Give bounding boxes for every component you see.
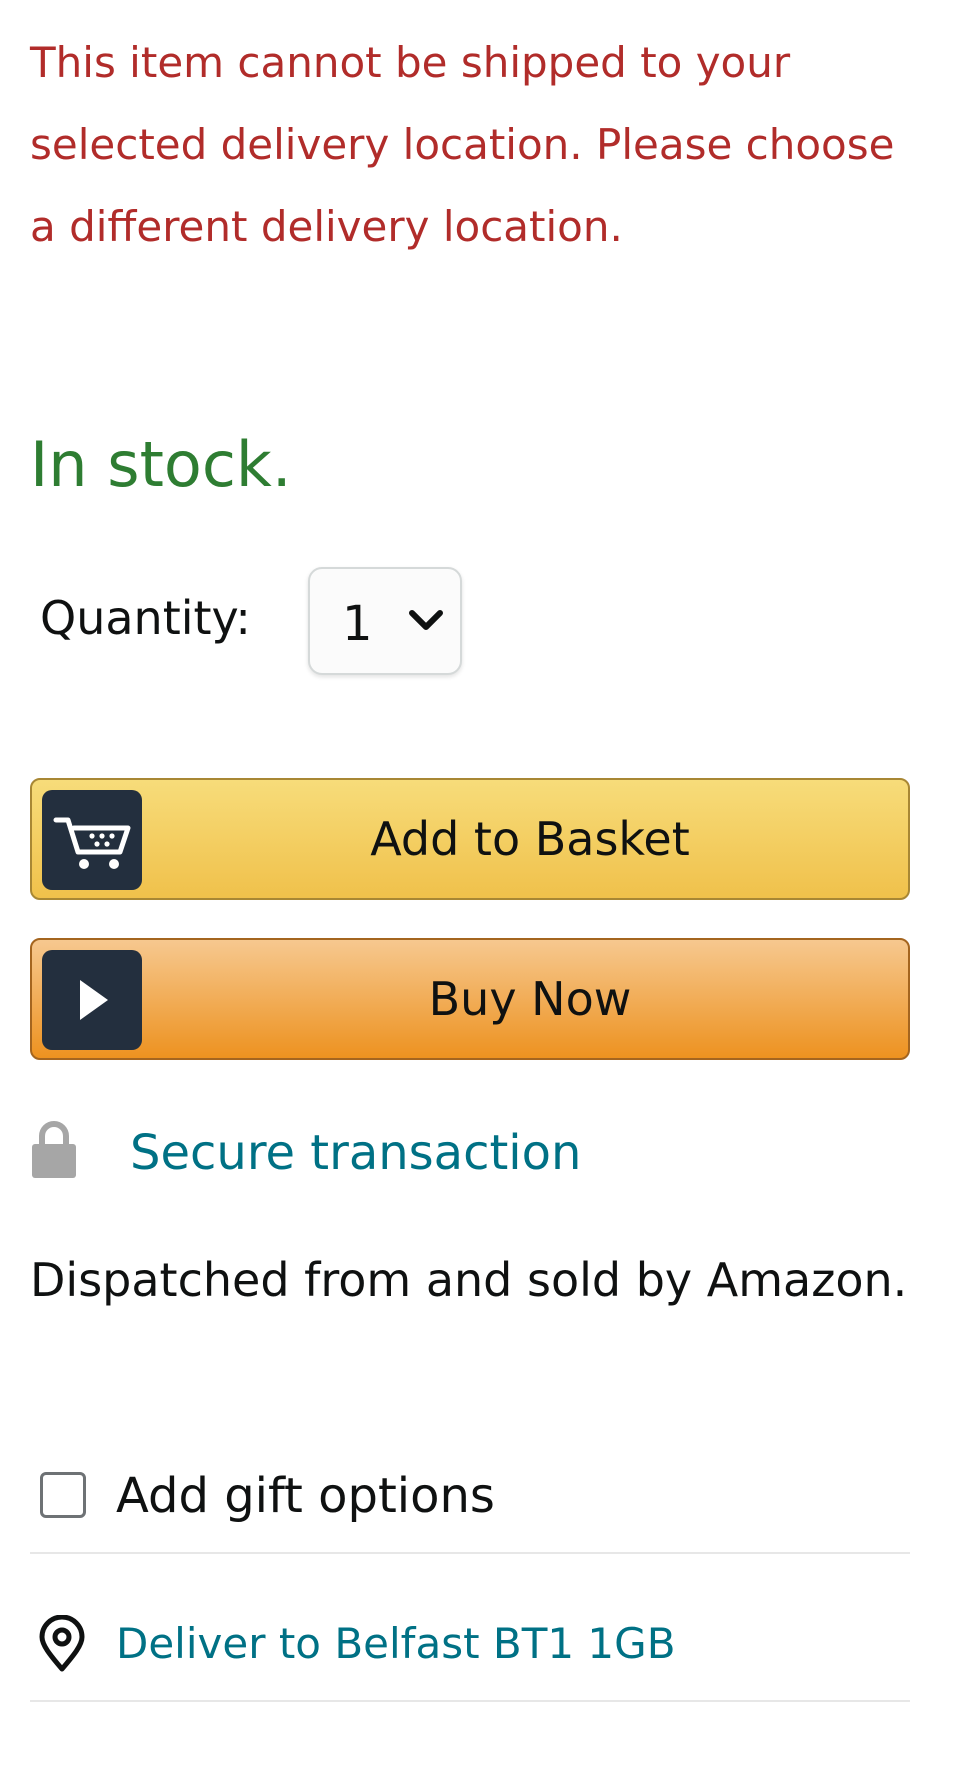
buy-box: This item cannot be shipped to your sele…: [0, 0, 980, 1767]
add-to-basket-label: Add to Basket: [370, 812, 690, 866]
gift-options-checkbox[interactable]: [40, 1472, 86, 1518]
quantity-label: Quantity:: [40, 591, 251, 645]
quantity-dropdown[interactable]: 1: [308, 567, 462, 675]
quantity-value: 1: [342, 596, 373, 652]
buy-now-button[interactable]: Buy Now: [30, 938, 910, 1060]
cart-icon: [42, 790, 142, 890]
play-icon: [42, 950, 142, 1050]
secure-transaction-link[interactable]: Secure transaction: [130, 1124, 581, 1182]
shipping-warning: This item cannot be shipped to your sele…: [30, 38, 895, 251]
deliver-to-label: Deliver to Belfast BT1 1GB: [116, 1619, 676, 1668]
add-to-basket-button[interactable]: Add to Basket: [30, 778, 910, 900]
divider: [30, 1552, 910, 1554]
availability-status: In stock.: [30, 428, 292, 501]
location-pin-icon: [39, 1615, 85, 1672]
dispatch-info: Dispatched from and sold by Amazon.: [30, 1253, 908, 1307]
chevron-down-icon: [409, 610, 443, 630]
buy-now-label: Buy Now: [428, 972, 632, 1026]
gift-options-label[interactable]: Add gift options: [116, 1468, 495, 1524]
lock-icon: [32, 1121, 76, 1178]
divider: [30, 1700, 910, 1702]
